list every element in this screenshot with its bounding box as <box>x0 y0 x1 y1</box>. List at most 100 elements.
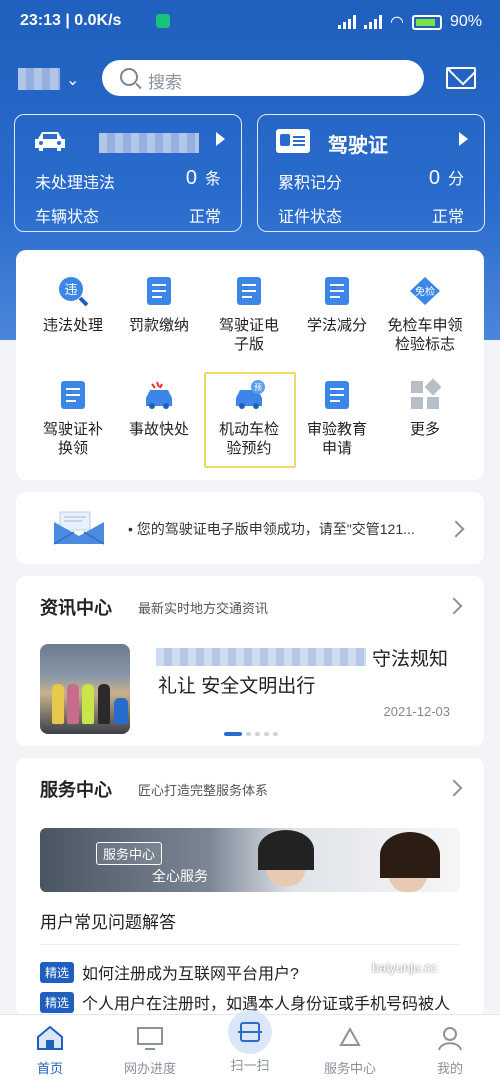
news-date: 2021-12-03 <box>383 704 451 719</box>
service-accident-car[interactable]: 事故快处 <box>112 378 206 439</box>
license-title: 驾驶证 <box>328 135 388 157</box>
vehicle-status-value: 正常 <box>188 209 221 226</box>
search-icon <box>120 68 138 86</box>
cell-signal-icon-2 <box>364 15 382 29</box>
tab-profile[interactable]: 我的 <box>400 1015 500 1084</box>
service-label-line: 子版 <box>233 336 264 353</box>
violation-icon: 违 <box>56 274 90 308</box>
news-title: 资讯中心 <box>40 598 112 618</box>
security-shield-icon <box>156 14 170 28</box>
home-icon <box>37 1025 63 1050</box>
vehicle-arrow-icon <box>216 132 225 146</box>
service-center-subtitle: 匠心打造完整服务体系 <box>138 783 269 798</box>
news-more-icon[interactable] <box>445 597 463 615</box>
service-center-more-icon[interactable] <box>445 779 463 797</box>
car-icon <box>35 132 65 151</box>
tab-service-center[interactable]: 服务中心 <box>300 1015 400 1084</box>
service-label-line: 机动车检 <box>218 421 279 438</box>
id-card-icon <box>276 129 310 153</box>
search-input[interactable]: 搜索 <box>102 60 424 96</box>
top-bar: ⌄ 搜索 <box>0 60 500 96</box>
scan-icon[interactable] <box>228 1010 272 1054</box>
svg-text:违: 违 <box>64 283 77 298</box>
battery-icon <box>411 14 442 30</box>
document-icon <box>320 378 354 412</box>
service-label-line: 驾驶证补 <box>42 421 103 438</box>
service-label-line: 验预约 <box>226 440 272 457</box>
service-center-title: 服务中心 <box>40 780 112 800</box>
service-label-line: 事故快处 <box>128 421 189 438</box>
service-study-book[interactable]: 学法减分 <box>290 274 384 335</box>
violations-value: 0条 <box>185 167 221 189</box>
vehicle-status-label: 车辆状态 <box>35 209 100 226</box>
license-status-label: 证件状态 <box>278 209 343 226</box>
wifi-icon: ◠ <box>390 14 404 31</box>
carousel-dots <box>224 732 278 736</box>
agent-hair <box>258 830 314 870</box>
inspection-booking-icon: 预 <box>232 378 266 412</box>
chevron-right-icon <box>447 520 465 538</box>
points-value: 0分 <box>428 167 464 189</box>
service-label-line: 申请 <box>321 440 352 457</box>
news-thumbnail[interactable] <box>40 644 130 734</box>
profile-icon <box>438 1027 462 1051</box>
mail-icon[interactable] <box>446 67 476 89</box>
exempt-inspection-icon: 免检 <box>408 274 442 308</box>
service-label-line: 学法减分 <box>306 317 367 334</box>
service-label-line: 换领 <box>57 440 88 457</box>
cell-signal-icon <box>338 15 356 29</box>
service-e-license[interactable]: 驾驶证电 子版 <box>202 274 296 354</box>
service-exempt-inspection[interactable]: 免检免检车申领检验标志 <box>378 274 472 354</box>
service-center-section: 服务中心 匠心打造完整服务体系 服务中心 全心服务 用户常见问题解答 精选 如何注… <box>16 758 484 1018</box>
plate-number-blurred <box>99 133 199 153</box>
banner-tag: 服务中心 <box>96 842 163 865</box>
service-banner[interactable]: 服务中心 全心服务 <box>40 828 460 892</box>
agent-hair-2 <box>380 832 440 878</box>
battery-percent: 90% <box>449 13 482 30</box>
service-label-line: 驾驶证电 <box>218 317 279 334</box>
service-label-line: 罚款缴纳 <box>128 317 189 334</box>
banner-caption: 全心服务 <box>152 868 208 884</box>
license-replace-icon <box>56 378 90 412</box>
service-center-icon <box>339 1026 361 1046</box>
service-inspection-booking[interactable]: 预机动车检验预约 <box>202 378 296 458</box>
envelope-icon <box>53 511 105 545</box>
service-label-line: 免检车申领 <box>387 317 463 334</box>
study-book-icon <box>320 274 354 308</box>
chevron-down-icon[interactable]: ⌄ <box>66 70 79 90</box>
notice-text: • 您的驾驶证电子版申领成功，请至"交管121... <box>128 521 415 537</box>
service-more-grid[interactable]: 更多 <box>378 378 472 439</box>
service-license-replace[interactable]: 驾驶证补 换领 <box>26 378 120 458</box>
service-label-line: 违法处理 <box>42 317 103 334</box>
progress-monitor-icon <box>137 1027 163 1050</box>
fine-payment-icon <box>142 274 176 308</box>
faq-item[interactable]: 精选 如何注册成为互联网平台用户? <box>40 960 299 984</box>
vehicle-card[interactable]: 未处理违法 0条 车辆状态 正常 <box>14 114 242 232</box>
news-headline-tail[interactable]: 守法规知 <box>372 644 448 671</box>
violations-label: 未处理违法 <box>35 175 116 192</box>
faq-title: 用户常见问题解答 <box>40 913 176 932</box>
service-label-line: 审验教育 <box>306 421 367 438</box>
search-placeholder: 搜索 <box>148 73 182 92</box>
points-label: 累积记分 <box>278 175 343 192</box>
status-time: 23:13 | 0.0K/s <box>20 12 122 29</box>
license-status-value: 正常 <box>431 209 464 226</box>
service-fine-payment[interactable]: 罚款缴纳 <box>112 274 206 335</box>
service-label-line: 更多 <box>409 421 440 438</box>
city-selector[interactable] <box>18 68 60 90</box>
service-label-line: 检验标志 <box>394 336 455 353</box>
tab-home[interactable]: 首页 <box>0 1015 100 1084</box>
news-headline-blurred <box>156 648 366 666</box>
notice-bar[interactable]: • 您的驾驶证电子版申领成功，请至"交管121... <box>16 492 484 564</box>
e-license-icon <box>232 274 266 308</box>
svg-text:免检: 免检 <box>415 285 435 298</box>
tab-progress[interactable]: 网办进度 <box>100 1015 200 1084</box>
watermark: baiyunju.cc <box>372 960 438 975</box>
status-right: ◠ 90% <box>338 12 482 32</box>
service-document[interactable]: 审验教育 申请 <box>290 378 384 458</box>
news-headline-line2[interactable]: 礼让 安全文明出行 <box>158 671 315 698</box>
service-violation[interactable]: 违违法处理 <box>26 274 120 335</box>
license-arrow-icon <box>459 132 468 146</box>
svg-text:预: 预 <box>254 382 262 392</box>
license-card[interactable]: 驾驶证 累积记分 0分 证件状态 正常 <box>257 114 485 232</box>
